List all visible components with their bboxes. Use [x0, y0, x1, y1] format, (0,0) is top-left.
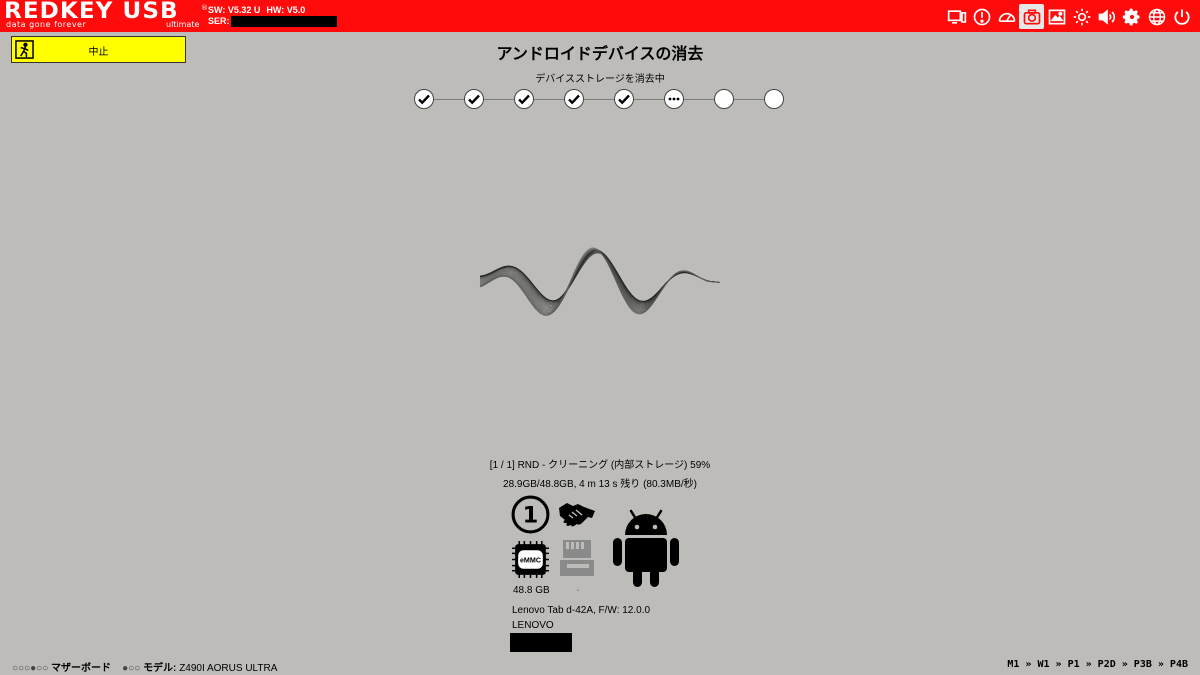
step-2-done	[464, 89, 484, 109]
android-icon	[613, 509, 679, 587]
step-label: デバイスストレージを消去中	[535, 74, 665, 85]
check-icon	[618, 94, 630, 105]
storage-capacity: 48.8 GB	[513, 585, 550, 596]
chip-label: eMMC	[520, 557, 541, 565]
monitor-icon[interactable]	[944, 4, 969, 29]
step-1-done	[414, 89, 434, 109]
redacted-block	[510, 633, 572, 652]
footer-model-label: モデル:	[143, 663, 177, 674]
globe-icon[interactable]	[1144, 4, 1169, 29]
ellipsis-icon	[668, 97, 680, 101]
footer-motherboard-label: マザーボード	[51, 663, 112, 674]
step-5-done	[614, 89, 634, 109]
brightness-icon[interactable]	[1069, 4, 1094, 29]
version-info: SW: V5.32 U HW: V5.0 SER:	[208, 5, 337, 28]
step-8-pending	[764, 89, 784, 109]
power-icon[interactable]	[1169, 4, 1194, 29]
footer-hardware-info: ○○○●○○ マザーボード ●○○ モデル: Z490I AORUS ULTRA	[12, 659, 277, 674]
progress-status: [1 / 1] RND - クリーニング (内部ストレージ) 59%	[489, 460, 711, 471]
logo-registered-mark: ®	[201, 4, 208, 12]
check-icon	[518, 94, 530, 105]
device-model: Lenovo Tab d-42A, F/W: 12.0.0	[512, 605, 651, 616]
device-manufacturer: LENOVO	[512, 620, 554, 631]
footer-dots-2: ●○○	[122, 663, 141, 674]
emmc-chip-icon: eMMC	[512, 541, 549, 578]
settings-gear-icon[interactable]	[1119, 4, 1144, 29]
hw-version: HW: V5.0	[266, 5, 306, 15]
footer-model-value: Z490I AORUS ULTRA	[179, 663, 278, 674]
slot-number-icon: 1	[511, 495, 550, 534]
step-3-done	[514, 89, 534, 109]
gauge-icon[interactable]	[994, 4, 1019, 29]
header-bar: REDKEY USB ® data gone forever ultimate …	[0, 0, 1200, 32]
serial-redacted	[230, 16, 337, 28]
slot-number: 1	[523, 503, 539, 529]
step-indicator	[414, 89, 788, 109]
handshake-icon	[559, 503, 595, 527]
sw-version: SW: V5.32 U	[208, 5, 261, 15]
volume-icon[interactable]	[1094, 4, 1119, 29]
screenshot-icon[interactable]	[1044, 4, 1069, 29]
logo-tagline: data gone forever	[6, 20, 87, 29]
wave-animation	[479, 247, 721, 316]
sd-capacity: -	[576, 585, 580, 596]
header-toolbar	[944, 4, 1194, 29]
footer-dots-1: ○○○●○○	[12, 663, 49, 674]
check-icon	[468, 94, 480, 105]
check-icon	[568, 94, 580, 105]
footer-breadcrumb: M1 » W1 » P1 » P2D » P3B » P4B	[1007, 659, 1188, 670]
logo: REDKEY USB ® data gone forever ultimate	[4, 0, 208, 30]
check-icon	[418, 94, 430, 105]
wave-stroke	[479, 249, 721, 305]
alert-icon[interactable]	[969, 4, 994, 29]
camera-icon[interactable]	[1019, 4, 1044, 29]
step-4-done	[564, 89, 584, 109]
logo-edition: ultimate	[166, 20, 200, 29]
step-6-in-progress	[664, 89, 684, 109]
sd-card-icon	[560, 540, 594, 576]
progress-detail: 28.9GB/48.8GB, 4 m 13 s 残り (80.3MB/秒)	[503, 479, 697, 490]
serial-label: SER:	[208, 16, 230, 26]
step-7-pending	[714, 89, 734, 109]
page-title: アンドロイドデバイスの消去	[496, 44, 704, 63]
